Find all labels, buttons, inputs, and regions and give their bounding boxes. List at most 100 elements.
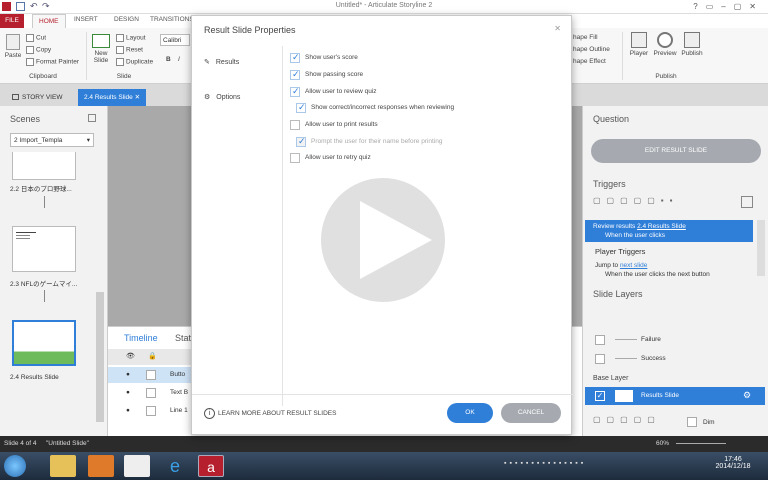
pencil-icon: ✎: [204, 59, 210, 66]
gear-icon[interactable]: ⚙: [743, 390, 751, 401]
player-triggers-title: Player Triggers: [595, 247, 646, 256]
window-title: Untitled* - Articulate Storyline 2: [335, 2, 433, 9]
trigger-item-selected[interactable]: Review results 2.4 Results Slide When th…: [585, 220, 753, 242]
cancel-button[interactable]: CANCEL: [501, 403, 561, 423]
bold-button[interactable]: B: [166, 56, 171, 63]
font-name-field[interactable]: Calibri: [160, 34, 190, 46]
ok-button[interactable]: OK: [447, 403, 493, 423]
lock-checkbox[interactable]: [146, 388, 156, 398]
outlook-taskbar-icon[interactable]: [88, 455, 114, 477]
trigger-action: Jump to: [595, 262, 620, 269]
lock-checkbox[interactable]: [146, 370, 156, 380]
slide-thumbnail[interactable]: [12, 226, 76, 272]
paste-label: Paste: [4, 52, 22, 59]
close-icon[interactable]: ✕: [135, 94, 140, 101]
scene-dropdown[interactable]: 2 Import_Templa ▾: [10, 133, 94, 147]
layer-visibility-checkbox[interactable]: [595, 354, 605, 364]
story-view-icon: [12, 94, 19, 101]
base-layer-label: Base Layer: [593, 375, 629, 382]
slide-layers-title: Slide Layers: [593, 289, 643, 299]
lock-icon: 🔒: [148, 353, 157, 360]
slide-thumbnail[interactable]: [12, 152, 76, 180]
paste-button[interactable]: Paste: [4, 34, 22, 59]
checkbox[interactable]: [296, 102, 306, 113]
layer-row[interactable]: Success: [591, 351, 763, 367]
slide-thumbnail-selected[interactable]: [12, 320, 76, 366]
ie-taskbar-icon[interactable]: e: [162, 455, 188, 477]
base-layer-checkbox[interactable]: ✓: [595, 391, 605, 401]
italic-button[interactable]: I: [178, 56, 180, 63]
zoom-slider[interactable]: [676, 443, 726, 444]
layer-row[interactable]: Failure: [591, 332, 763, 348]
layer-toolbar[interactable]: ▢▢▢▢▢: [593, 415, 661, 424]
states-tab[interactable]: Stat: [175, 333, 191, 343]
eye-icon[interactable]: ●: [126, 407, 130, 414]
panel-pin-icon[interactable]: [88, 114, 96, 122]
trigger-panel-icon[interactable]: [741, 196, 753, 208]
clock[interactable]: 17:46 2014/12/18: [712, 456, 754, 470]
timeline-row[interactable]: ● Line 1: [108, 403, 192, 419]
clock-time: 17:46: [724, 456, 742, 463]
tab-transitions[interactable]: TRANSITIONS: [150, 16, 194, 23]
checkbox[interactable]: [290, 86, 300, 97]
publish-button[interactable]: Publish: [680, 32, 704, 57]
player-label: Player: [629, 50, 649, 57]
nav-results[interactable]: ✎ Results: [204, 58, 239, 66]
reset-button[interactable]: Reset: [116, 46, 143, 54]
cut-icon: [26, 34, 34, 42]
copy-icon: [26, 46, 34, 54]
checkbox[interactable]: [290, 120, 300, 130]
eye-icon[interactable]: ●: [126, 371, 130, 378]
layer-label: Success: [641, 355, 666, 362]
trigger-toolbar[interactable]: ▢▢▢▢▢▪▪: [593, 196, 723, 212]
scrollbar[interactable]: [757, 220, 765, 276]
slide-label: 2.4 Results Slide: [10, 374, 59, 381]
shape-outline-button[interactable]: hape Outline: [573, 46, 610, 53]
scrollbar[interactable]: [96, 292, 104, 422]
apps-taskbar-icon[interactable]: [124, 455, 150, 477]
system-tray-icons[interactable]: ▪▪▪▪▪▪▪▪▪▪▪▪▪▪▪: [504, 460, 684, 472]
layer-visibility-checkbox[interactable]: [595, 335, 605, 345]
story-view-label: STORY VIEW: [22, 94, 63, 101]
explorer-taskbar-icon[interactable]: [50, 455, 76, 477]
dim-checkbox[interactable]: [687, 417, 697, 427]
preview-button[interactable]: Preview: [652, 32, 678, 57]
player-button[interactable]: Player: [628, 32, 650, 57]
edit-result-slide-button[interactable]: EDIT RESULT SLIDE: [591, 139, 761, 163]
lock-checkbox[interactable]: [146, 406, 156, 416]
base-layer-row[interactable]: ✓ Results Slide ⚙: [585, 387, 765, 405]
tab-home[interactable]: HOME: [32, 14, 66, 28]
shape-fill-button[interactable]: hape Fill: [573, 34, 598, 41]
start-button[interactable]: [4, 455, 26, 477]
copy-button[interactable]: Copy: [26, 46, 51, 54]
trigger-target-link[interactable]: 2.4 Results Slide: [637, 223, 686, 230]
close-icon[interactable]: ✕: [554, 24, 561, 33]
player-trigger-item[interactable]: Jump to next slide When the user clicks …: [595, 261, 710, 279]
timeline-row[interactable]: ● Text B: [108, 385, 192, 401]
learn-more-link[interactable]: i LEARN MORE ABOUT RESULT SLIDES: [204, 408, 336, 419]
timeline-tab[interactable]: Timeline: [124, 333, 158, 343]
window-controls[interactable]: ?▭–▢✕: [693, 2, 764, 11]
story-view-tab[interactable]: STORY VIEW: [6, 89, 68, 106]
trigger-target-link[interactable]: next slide: [620, 262, 647, 269]
layout-button[interactable]: Layout: [116, 34, 146, 42]
tab-file[interactable]: FILE: [0, 14, 24, 28]
checkbox[interactable]: [290, 153, 300, 163]
format-painter-button[interactable]: Format Painter: [26, 58, 79, 66]
nav-options[interactable]: ⚙ Options: [204, 93, 240, 101]
tab-design[interactable]: DESIGN: [114, 16, 139, 23]
new-slide-button[interactable]: New Slide: [90, 34, 112, 64]
cut-button[interactable]: Cut: [26, 34, 46, 42]
storyline-taskbar-icon[interactable]: a: [198, 455, 224, 477]
timeline-row[interactable]: ● Butto: [108, 367, 192, 383]
tab-insert[interactable]: INSERT: [74, 16, 98, 23]
checkbox[interactable]: [290, 69, 300, 80]
current-slide-tab[interactable]: 2.4 Results Slide ✕: [78, 89, 147, 106]
duplicate-button[interactable]: Duplicate: [116, 58, 153, 66]
eye-icon[interactable]: ●: [126, 389, 130, 396]
cut-label: Cut: [36, 34, 47, 42]
play-icon[interactable]: [308, 165, 458, 315]
shape-effect-button[interactable]: hape Effect: [573, 58, 606, 65]
checkbox[interactable]: [290, 52, 300, 63]
publish-icon: [684, 32, 700, 48]
